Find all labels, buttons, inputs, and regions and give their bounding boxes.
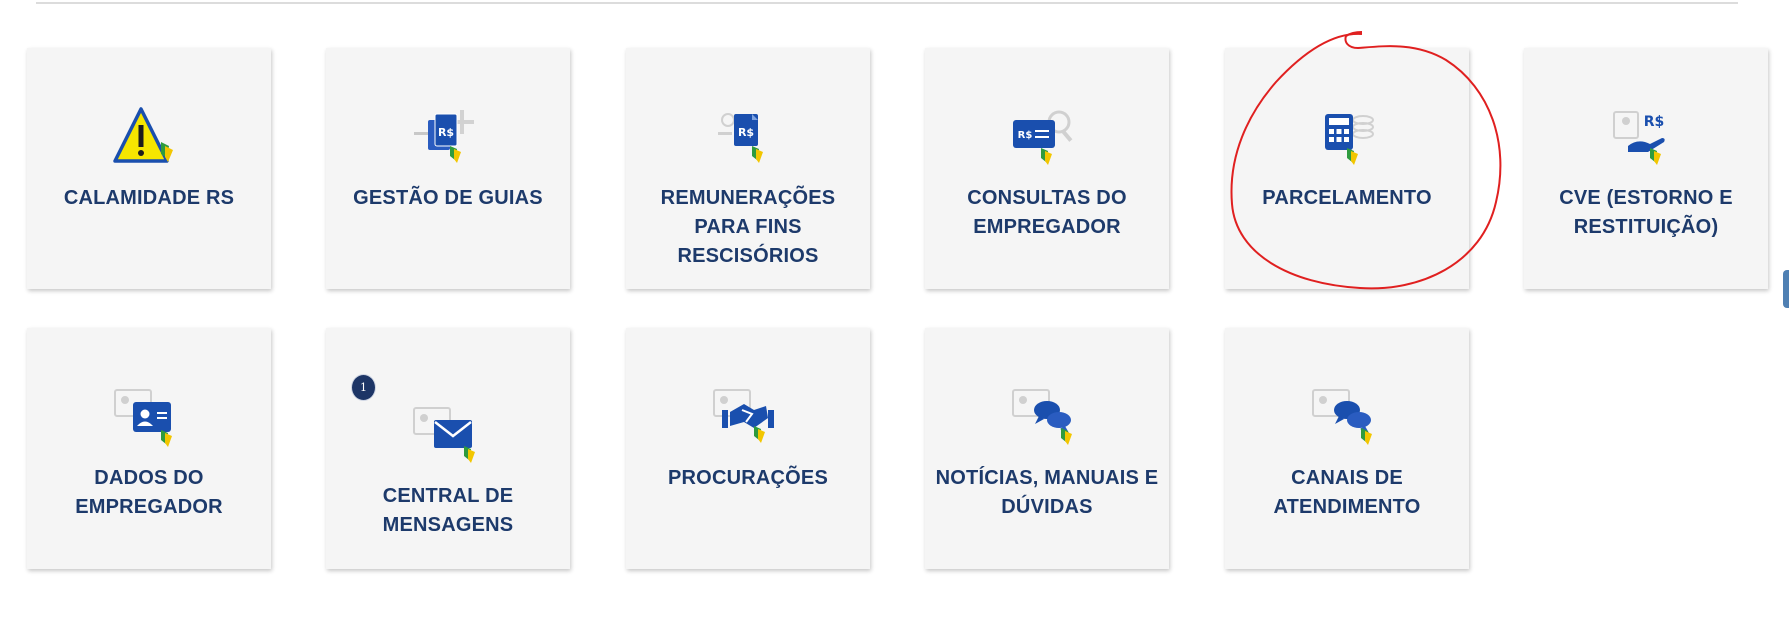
tile-label: CENTRAL DE MENSAGENS — [382, 485, 514, 536]
handshake-icon — [713, 389, 774, 443]
tile-central-de-mensagens[interactable]: 1 CENTRAL DE MENSAGENS — [326, 328, 570, 569]
severance-pay-icon: R$ — [718, 113, 763, 163]
svg-text:R$: R$ — [438, 126, 454, 139]
calculator-icon — [1325, 114, 1374, 165]
tile-gestao-de-guias[interactable]: R$ GESTÃO DE GUIAS — [326, 48, 570, 289]
tile-label: CANAIS DE ATENDIMENTO — [1273, 467, 1421, 518]
tile-procuracoes[interactable]: PROCURAÇÕES — [626, 328, 870, 569]
tile-consultas-do-empregador[interactable]: R$ CONSULTAS DO EMPREGADOR — [925, 48, 1169, 289]
tile-label: NOTÍCIAS, MANUAIS E DÚVIDAS — [935, 467, 1159, 518]
warning-icon — [113, 107, 173, 163]
tile-remuneracoes[interactable]: R$ REMUNERAÇÕES PARA FINS RESCISÓRIOS — [626, 48, 870, 289]
notification-badge: 1 — [351, 374, 376, 401]
support-chat-icon — [1312, 389, 1372, 445]
envelope-icon — [413, 407, 475, 463]
tile-cve[interactable]: R$ CVE (ESTORNO E RESTITUIÇÃO) — [1524, 48, 1768, 289]
tile-canais-de-atendimento[interactable]: CANAIS DE ATENDIMENTO — [1225, 328, 1469, 569]
tile-noticias-manuais-duvidas[interactable]: NOTÍCIAS, MANUAIS E DÚVIDAS — [925, 328, 1169, 569]
services-page: CALAMIDADE RS R$ GESTÃO DE GUIAS R$ REMU… — [0, 0, 1789, 634]
tile-label: PROCURAÇÕES — [668, 467, 828, 489]
tile-parcelamento[interactable]: PARCELAMENTO — [1225, 48, 1469, 289]
svg-text:R$: R$ — [738, 126, 754, 139]
tile-label: CVE (ESTORNO E RESTITUIÇÃO) — [1559, 187, 1733, 238]
tile-calamidade-rs[interactable]: CALAMIDADE RS — [27, 48, 271, 289]
side-feedback-tab[interactable] — [1783, 270, 1789, 308]
refund-hand-icon: R$ — [1613, 111, 1665, 165]
guide-management-icon: R$ — [414, 110, 474, 163]
tile-label: CALAMIDADE RS — [63, 187, 235, 209]
top-divider — [36, 2, 1738, 4]
tile-label: PARCELAMENTO — [1262, 187, 1432, 209]
tile-dados-do-empregador[interactable]: DADOS DO EMPREGADOR — [27, 328, 271, 569]
employer-search-icon: R$ — [1013, 110, 1073, 165]
svg-text:R$: R$ — [1018, 130, 1033, 141]
tile-label: GESTÃO DE GUIAS — [353, 187, 543, 209]
svg-text:R$: R$ — [1644, 114, 1665, 130]
tile-label: REMUNERAÇÕES PARA FINS RESCISÓRIOS — [660, 187, 836, 267]
tile-label: CONSULTAS DO EMPREGADOR — [967, 187, 1127, 238]
id-card-icon — [114, 389, 172, 447]
tile-label: DADOS DO EMPREGADOR — [75, 467, 223, 518]
chat-bubbles-icon — [1012, 389, 1072, 445]
